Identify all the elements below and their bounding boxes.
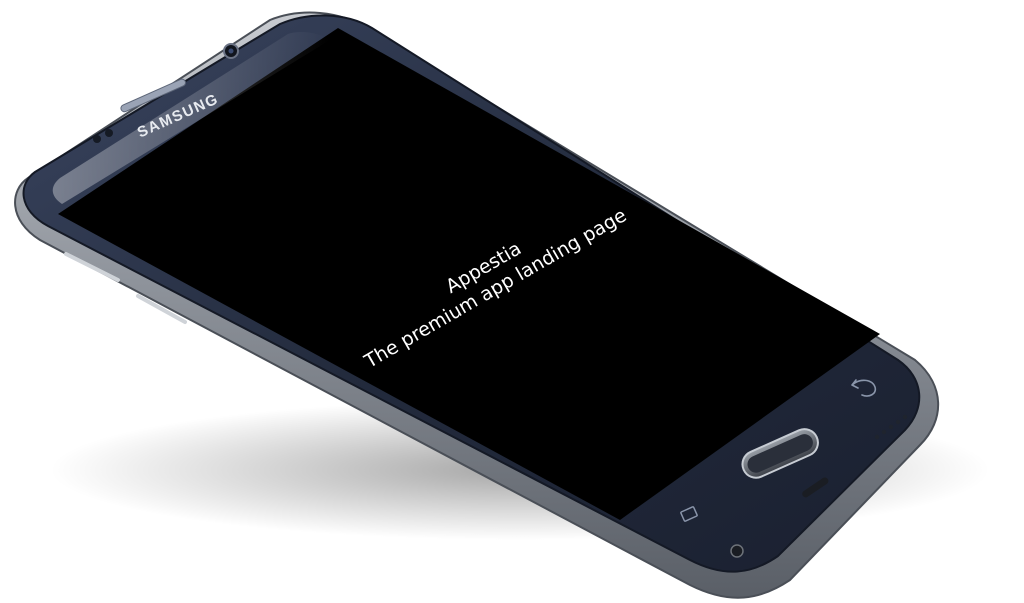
headphone-jack [730, 544, 744, 558]
sensor-dot [93, 135, 101, 143]
sensor-dot [105, 129, 113, 137]
front-camera-lens [228, 48, 234, 54]
phone-photo: SAMSUNG [14, 11, 990, 599]
